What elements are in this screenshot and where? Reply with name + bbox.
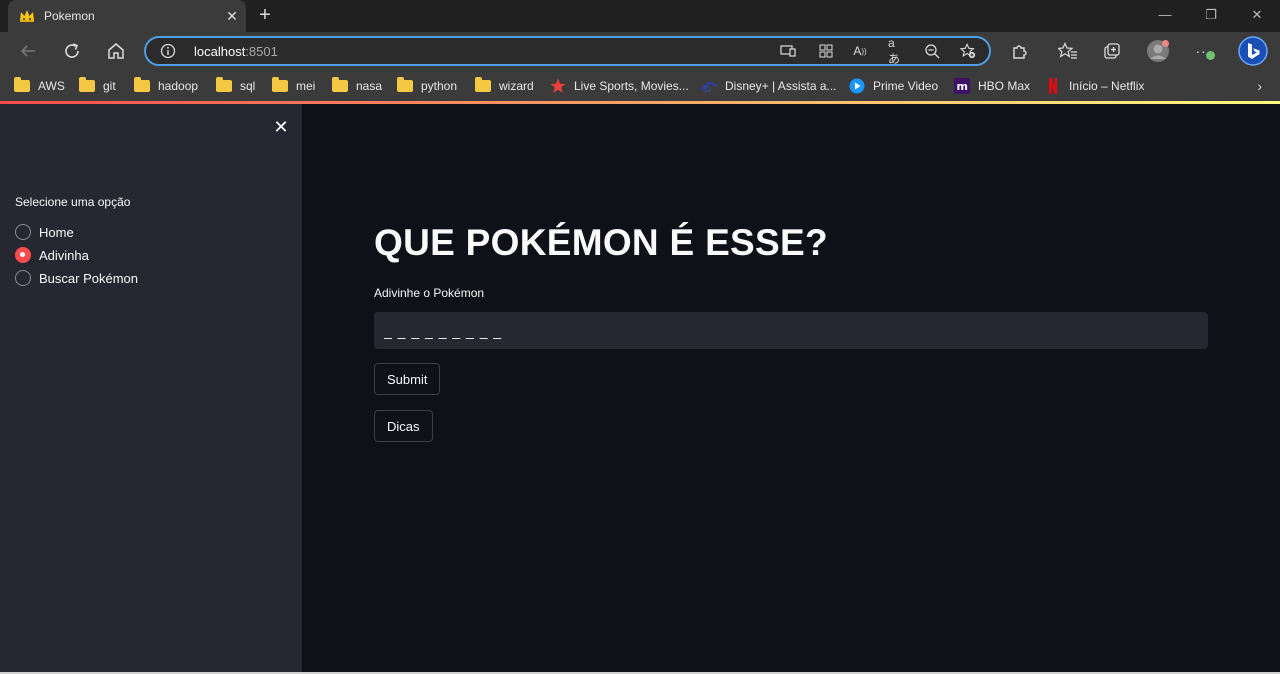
site-info-icon[interactable] — [160, 43, 176, 59]
chevron-right-icon[interactable]: › — [1257, 78, 1262, 94]
submit-button[interactable]: Submit — [374, 363, 441, 395]
bookmark-live-sports[interactable]: Live Sports, Movies... — [550, 77, 689, 95]
url-text[interactable]: localhost:8501 — [194, 44, 278, 59]
tab-title: Pokemon — [44, 9, 95, 23]
restore-icon[interactable]: ❐ — [1202, 6, 1220, 24]
window-close-icon[interactable]: ✕ — [1248, 6, 1266, 24]
bookmark-aws[interactable]: AWS — [14, 77, 65, 95]
svg-text:D: D — [704, 85, 710, 94]
back-icon[interactable] — [18, 41, 38, 61]
home-icon[interactable] — [106, 41, 126, 61]
bookmark-label: wizard — [499, 79, 534, 93]
bookmark-label: python — [421, 79, 458, 93]
bookmark-python[interactable]: python — [397, 77, 457, 95]
svg-text:m: m — [957, 80, 968, 93]
radio-group-label: Selecione uma opção — [15, 195, 131, 209]
bookmark-disney[interactable]: D Disney+ | Assista a... — [701, 77, 837, 95]
bookmark-label: Início – Netflix — [1069, 79, 1145, 93]
page-title: QUE POKÉMON É ESSE? — [374, 222, 828, 263]
radio-option-label: Buscar Pokémon — [39, 270, 138, 286]
address-bar[interactable]: localhost:8501 A)) aあ — [144, 36, 991, 66]
hbo-max-icon: m — [954, 78, 970, 94]
radio-option-adivinha[interactable]: Adivinha — [15, 245, 89, 265]
browser-tab[interactable]: Pokemon ✕ — [8, 0, 246, 32]
radio-option-label: Adivinha — [39, 247, 89, 263]
browser-toolbar: localhost:8501 A)) aあ ··· — [0, 32, 1280, 70]
bookmark-hbo-max[interactable]: m HBO Max — [954, 77, 1030, 95]
netflix-icon — [1045, 78, 1061, 94]
folder-icon — [272, 77, 288, 94]
close-tab-icon[interactable]: ✕ — [224, 8, 240, 24]
crown-favicon-icon — [18, 7, 36, 25]
translate-icon[interactable]: aあ — [888, 36, 904, 66]
bookmark-label: AWS — [38, 79, 65, 93]
radio-button[interactable] — [15, 270, 31, 286]
bookmark-netflix[interactable]: Início – Netflix — [1045, 77, 1144, 95]
radio-button-selected[interactable] — [15, 247, 31, 263]
bookmark-git[interactable]: git — [79, 77, 116, 95]
folder-icon — [397, 77, 413, 94]
star-icon — [550, 78, 566, 94]
bookmark-prime-video[interactable]: Prime Video — [849, 77, 938, 95]
guess-input[interactable] — [374, 312, 1208, 349]
apps-grid-icon[interactable] — [818, 43, 834, 59]
folder-icon — [475, 77, 491, 94]
bookmark-label: mei — [296, 79, 316, 93]
more-options-icon[interactable]: ··· — [1194, 41, 1215, 61]
bookmarks-bar: AWS git hadoop sql mei nasa python wizar… — [0, 70, 1280, 102]
bookmark-label: git — [103, 79, 116, 93]
disney-icon: D — [701, 78, 717, 94]
bookmark-nasa[interactable]: nasa — [332, 77, 382, 95]
app-available-icon[interactable] — [780, 43, 796, 59]
bookmark-mei[interactable]: mei — [272, 77, 315, 95]
folder-icon — [216, 77, 232, 94]
guess-input-label: Adivinhe o Pokémon — [374, 286, 485, 300]
folder-icon — [79, 77, 95, 94]
url-host: localhost — [194, 44, 246, 59]
folder-icon — [134, 77, 150, 94]
add-favorite-icon[interactable] — [960, 43, 976, 59]
bookmark-hadoop[interactable]: hadoop — [134, 77, 198, 95]
radio-option-home[interactable]: Home — [15, 222, 74, 242]
new-tab-icon[interactable]: + — [256, 5, 274, 25]
bookmark-label: HBO Max — [978, 79, 1031, 93]
reload-icon[interactable] — [62, 41, 82, 61]
main-content: QUE POKÉMON É ESSE? Adivinhe o Pokémon S… — [302, 104, 1280, 672]
sidebar: ✕ Selecione uma opção Home Adivinha Busc… — [0, 104, 302, 672]
read-aloud-icon[interactable]: A)) — [852, 43, 868, 59]
radio-option-label: Home — [39, 224, 74, 240]
collections-icon[interactable] — [1102, 41, 1122, 61]
folder-icon — [14, 77, 30, 94]
profile-avatar[interactable] — [1146, 39, 1170, 63]
radio-button[interactable] — [15, 224, 31, 240]
browser-tab-bar: Pokemon ✕ + — ❐ ✕ — [0, 0, 1280, 32]
radio-option-buscar-pokemon[interactable]: Buscar Pokémon — [15, 268, 138, 288]
bookmark-wizard[interactable]: wizard — [475, 77, 534, 95]
url-port: :8501 — [245, 44, 278, 59]
bookmark-label: hadoop — [158, 79, 199, 93]
close-sidebar-icon[interactable]: ✕ — [272, 118, 290, 136]
bookmark-label: nasa — [356, 79, 383, 93]
bookmark-sql[interactable]: sql — [216, 77, 255, 95]
bookmark-label: Live Sports, Movies... — [574, 79, 689, 93]
bookmark-label: sql — [240, 79, 256, 93]
bookmark-label: Prime Video — [873, 79, 939, 93]
prime-video-icon — [849, 78, 865, 94]
extensions-icon[interactable] — [1010, 41, 1030, 61]
favorites-icon[interactable] — [1058, 41, 1078, 61]
bookmark-label: Disney+ | Assista a... — [725, 79, 837, 93]
bing-chat-icon[interactable] — [1238, 36, 1268, 66]
minimize-icon[interactable]: — — [1156, 6, 1174, 24]
hints-button[interactable]: Dicas — [374, 410, 433, 442]
folder-icon — [332, 77, 348, 94]
zoom-out-icon[interactable] — [924, 43, 940, 59]
